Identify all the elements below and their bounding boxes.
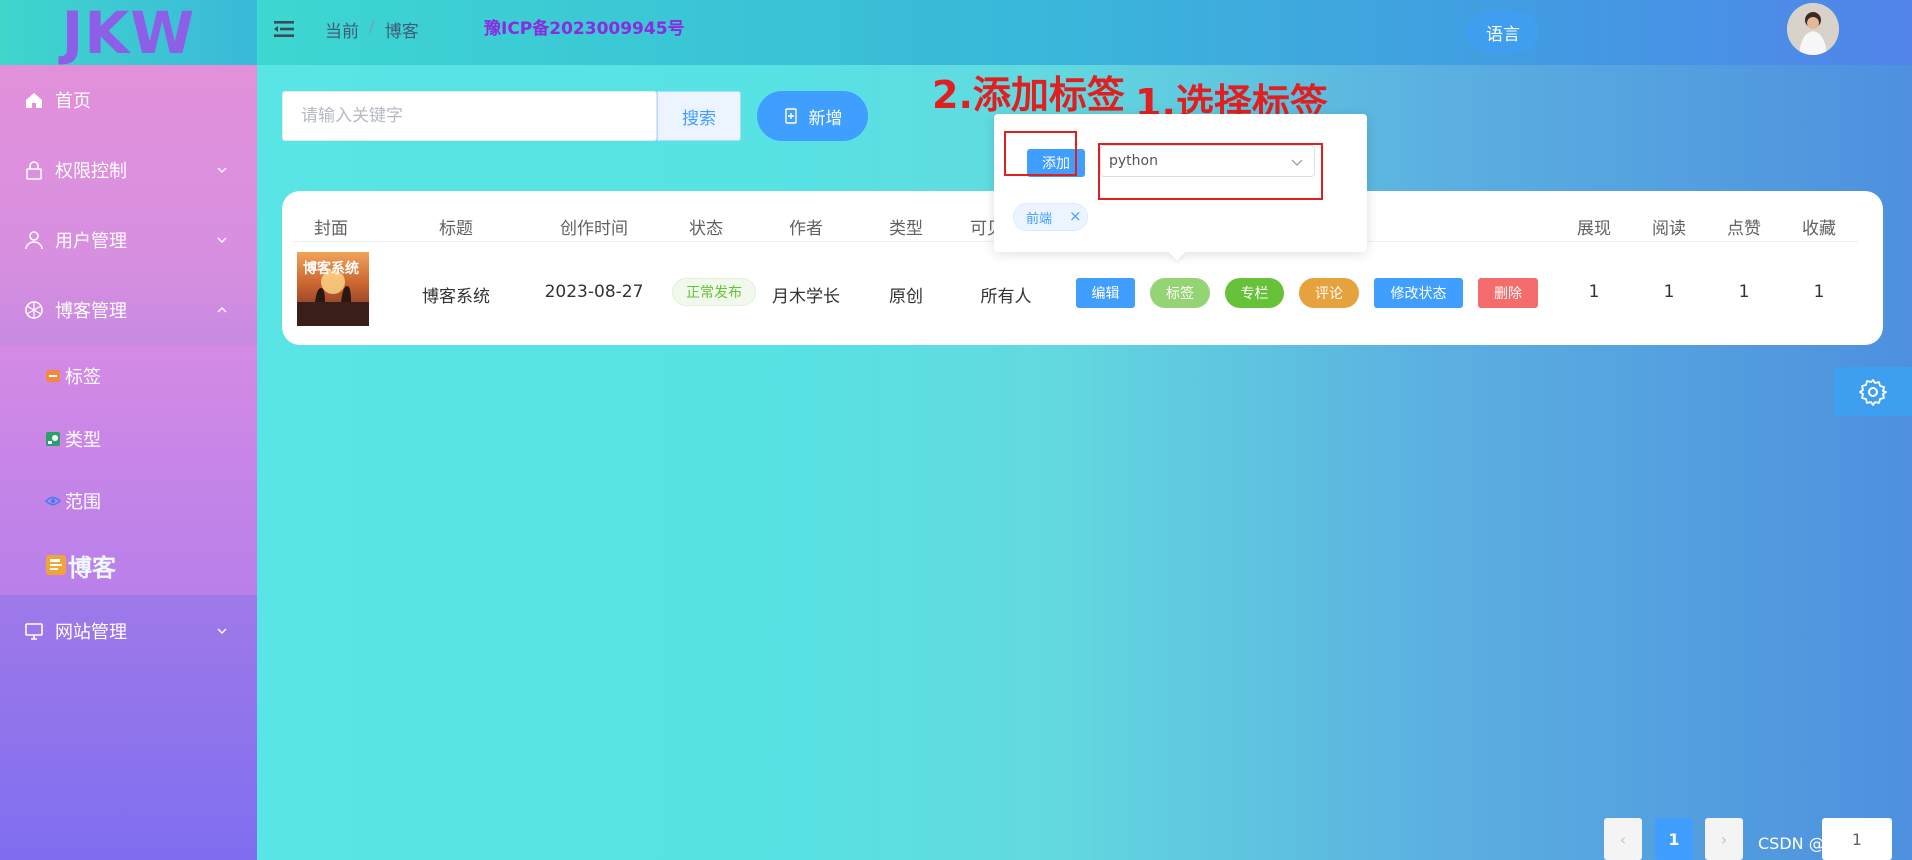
aperture-icon bbox=[25, 301, 43, 319]
chart-icon bbox=[46, 432, 60, 446]
chevron-down-icon bbox=[217, 167, 227, 173]
column-header-show: 展现 bbox=[1577, 219, 1611, 239]
close-icon[interactable]: × bbox=[1069, 207, 1082, 225]
breadcrumb: 当前 / 博客 bbox=[325, 17, 419, 42]
next-page-button[interactable]: › bbox=[1705, 818, 1743, 860]
sidebar-subitem-label: 博客 bbox=[68, 553, 116, 582]
cell-time: 2023-08-27 bbox=[544, 282, 644, 302]
gear-icon bbox=[1859, 378, 1887, 406]
monitor-icon bbox=[25, 623, 43, 640]
column-header-time: 创作时间 bbox=[560, 219, 628, 239]
chevron-down-icon bbox=[217, 237, 227, 243]
breadcrumb-separator: / bbox=[369, 17, 375, 37]
column-button[interactable]: 专栏 bbox=[1225, 278, 1284, 308]
user-icon bbox=[25, 231, 43, 250]
cell-like: 1 bbox=[1738, 282, 1750, 302]
column-header-type: 类型 bbox=[889, 219, 923, 239]
cell-type: 原创 bbox=[889, 287, 923, 307]
document-icon bbox=[46, 555, 66, 575]
chevron-down-icon bbox=[217, 628, 227, 634]
sidebar-item-permission[interactable]: 权限控制 bbox=[0, 135, 257, 205]
sidebar-subitem-types[interactable]: 类型 bbox=[0, 409, 257, 469]
sidebar-item-label: 首页 bbox=[55, 91, 91, 112]
sidebar-subitem-tags[interactable]: 标签 bbox=[0, 346, 257, 406]
search-button[interactable]: 搜索 bbox=[657, 91, 741, 141]
prev-page-button[interactable]: ‹ bbox=[1604, 818, 1642, 860]
sidebar-subitem-scope[interactable]: 范围 bbox=[0, 471, 257, 531]
sidebar: JKW 首页 权限控制 用户管理 博客管理 标签 类型 范围 博客 网站管理 bbox=[0, 0, 257, 860]
sidebar-subitem-label: 类型 bbox=[65, 430, 101, 451]
cell-show: 1 bbox=[1588, 282, 1600, 302]
sidebar-subitem-label: 标签 bbox=[65, 367, 101, 388]
annotation-box-add bbox=[1004, 131, 1077, 176]
column-header-cover: 封面 bbox=[314, 219, 348, 239]
add-blog-label: 新增 bbox=[808, 108, 843, 129]
delete-button[interactable]: 删除 bbox=[1478, 278, 1538, 308]
cell-visibility: 所有人 bbox=[980, 287, 1032, 307]
comment-button[interactable]: 评论 bbox=[1299, 278, 1359, 308]
sidebar-item-users[interactable]: 用户管理 bbox=[0, 205, 257, 275]
header: 当前 / 博客 豫ICP备2023009945号 语言 bbox=[257, 0, 1912, 65]
avatar[interactable] bbox=[1787, 3, 1839, 55]
add-blog-button[interactable]: 新增 bbox=[757, 91, 868, 141]
sidebar-item-blog-management[interactable]: 博客管理 bbox=[0, 275, 257, 345]
page-1-button[interactable]: 1 bbox=[1655, 818, 1693, 860]
sidebar-item-home[interactable]: 首页 bbox=[0, 65, 257, 135]
edit-button[interactable]: 编辑 bbox=[1076, 278, 1135, 308]
status-badge: 正常发布 bbox=[672, 278, 756, 306]
cell-author: 月木学长 bbox=[772, 287, 840, 307]
tag-button[interactable]: 标签 bbox=[1150, 278, 1210, 308]
sidebar-item-label: 网站管理 bbox=[55, 622, 127, 643]
tag-chip: 前端 × bbox=[1013, 203, 1088, 231]
column-header-like: 点赞 bbox=[1727, 219, 1761, 239]
column-header-fav: 收藏 bbox=[1802, 219, 1836, 239]
sidebar-item-site-management[interactable]: 网站管理 bbox=[0, 596, 257, 666]
annotation-box-select bbox=[1098, 143, 1323, 200]
language-button[interactable]: 语言 bbox=[1467, 12, 1539, 52]
sidebar-subitem-blog[interactable]: 博客 bbox=[0, 535, 257, 595]
sidebar-item-label: 博客管理 bbox=[55, 301, 127, 322]
cover-caption: 博客系统 bbox=[303, 261, 359, 277]
home-icon bbox=[26, 93, 42, 108]
cell-title: 博客系统 bbox=[422, 287, 490, 307]
column-header-author: 作者 bbox=[789, 219, 823, 239]
lock-icon bbox=[26, 161, 42, 180]
column-header-status: 状态 bbox=[689, 219, 723, 239]
change-status-button[interactable]: 修改状态 bbox=[1374, 278, 1463, 308]
breadcrumb-item: 博客 bbox=[384, 22, 419, 42]
add-document-icon bbox=[784, 108, 797, 124]
column-header-read: 阅读 bbox=[1652, 219, 1686, 239]
cell-read: 1 bbox=[1663, 282, 1675, 302]
logo[interactable]: JKW bbox=[0, 0, 257, 67]
logo-text: JKW bbox=[61, 0, 196, 67]
sidebar-subitem-label: 范围 bbox=[65, 492, 101, 513]
blog-cover-image[interactable]: 博客系统 bbox=[297, 252, 369, 326]
cell-fav: 1 bbox=[1813, 282, 1825, 302]
column-header-title: 标题 bbox=[439, 219, 473, 239]
tag-chip-label: 前端 bbox=[1026, 211, 1053, 227]
avatar-image bbox=[1787, 3, 1839, 55]
watermark: CSDN @月木学长 bbox=[1758, 834, 1889, 853]
icp-link[interactable]: 豫ICP备2023009945号 bbox=[484, 14, 685, 39]
search-input[interactable] bbox=[282, 91, 657, 141]
annotation-step2: 2.添加标签 bbox=[932, 73, 1125, 117]
chevron-up-icon bbox=[217, 307, 227, 313]
settings-button[interactable] bbox=[1834, 367, 1912, 416]
eye-icon bbox=[45, 496, 61, 506]
breadcrumb-item[interactable]: 当前 bbox=[325, 17, 359, 42]
sidebar-item-label: 权限控制 bbox=[55, 161, 127, 182]
tag-icon bbox=[46, 370, 60, 382]
menu-toggle-icon[interactable] bbox=[272, 17, 296, 41]
sidebar-item-label: 用户管理 bbox=[55, 231, 127, 252]
